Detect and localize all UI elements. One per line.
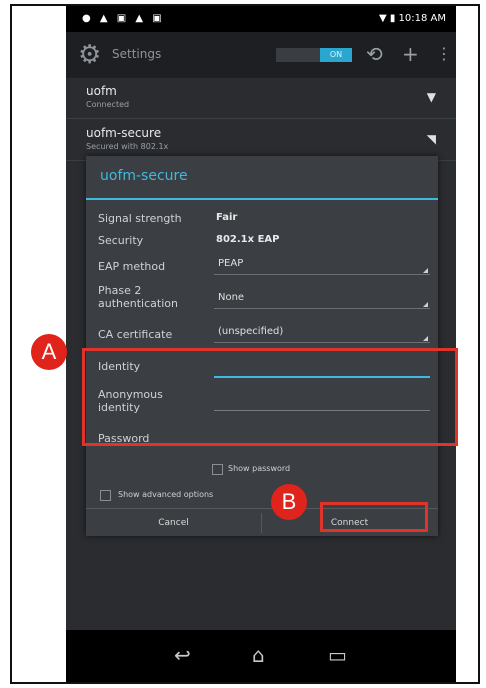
- cancel-button[interactable]: Cancel: [86, 509, 261, 537]
- wifi-network-name: uofm: [86, 84, 117, 98]
- eap-method-value: PEAP: [218, 258, 244, 269]
- show-password-label: Show password: [228, 464, 291, 473]
- phase2-auth-label: Phase 2 authentication: [98, 284, 178, 310]
- add-icon[interactable]: +: [402, 43, 419, 65]
- overflow-menu-icon[interactable]: ⋮: [436, 43, 452, 65]
- wifi-network-status: Secured with 802.1x: [86, 142, 169, 151]
- action-bar: ⚙ Settings ON ⟲ + ⋮: [66, 32, 456, 78]
- show-advanced-checkbox[interactable]: [100, 490, 111, 501]
- notification-icons: ● ▲ ▣ ▲ ▣: [82, 13, 165, 24]
- wifi-network-status: Connected: [86, 100, 130, 109]
- ca-certificate-label: CA certificate: [98, 328, 173, 341]
- dialog-title: uofm-secure: [100, 168, 188, 184]
- highlight-box-a: [82, 348, 458, 446]
- wifi-toggle-on-label: ON: [320, 48, 352, 62]
- highlight-box-b: [320, 502, 428, 532]
- status-bar: ● ▲ ▣ ▲ ▣ ▼ ▮ 10:18 AM: [66, 6, 456, 32]
- home-icon[interactable]: ⌂: [252, 644, 265, 666]
- settings-screen: ⚙ Settings ON ⟲ + ⋮ uofm Connected ▼ uof…: [66, 32, 456, 630]
- back-icon[interactable]: ↩: [174, 644, 191, 666]
- phase2-auth-dropdown[interactable]: None: [214, 290, 430, 309]
- wifi-signal-icon: ▼: [426, 90, 436, 104]
- security-value: 802.1x EAP: [216, 234, 280, 245]
- settings-gear-icon[interactable]: ⚙: [78, 41, 106, 69]
- wifi-connect-dialog: uofm-secure Signal strength Fair Securit…: [86, 156, 438, 536]
- security-label: Security: [98, 234, 144, 247]
- ca-certificate-dropdown[interactable]: (unspecified): [214, 324, 430, 343]
- wifi-toggle[interactable]: ON: [276, 48, 352, 62]
- phase2-auth-value: None: [218, 292, 245, 303]
- status-clock: ▼ ▮ 10:18 AM: [378, 13, 446, 24]
- signal-strength-label: Signal strength: [98, 212, 182, 225]
- wifi-locked-signal-icon: ◥: [426, 132, 436, 146]
- navigation-bar: ↩ ⌂ ▭: [66, 630, 456, 682]
- tablet-screen: ● ▲ ▣ ▲ ▣ ▼ ▮ 10:18 AM ⚙ Settings ON ⟲ +…: [66, 6, 456, 682]
- wps-icon[interactable]: ⟲: [366, 43, 383, 65]
- dropdown-corner-icon: [423, 268, 428, 273]
- wifi-network-name: uofm-secure: [86, 126, 162, 140]
- wifi-network-row[interactable]: uofm-secure Secured with 802.1x ◥: [66, 120, 456, 161]
- dialog-title-divider: [86, 198, 438, 200]
- recent-apps-icon[interactable]: ▭: [328, 644, 347, 666]
- screenshot-frame: ● ▲ ▣ ▲ ▣ ▼ ▮ 10:18 AM ⚙ Settings ON ⟲ +…: [10, 4, 480, 684]
- ca-certificate-value: (unspecified): [218, 326, 284, 337]
- annotation-badge-b: B: [271, 484, 307, 520]
- show-advanced-label: Show advanced options: [118, 490, 214, 499]
- dropdown-corner-icon: [423, 336, 428, 341]
- dropdown-corner-icon: [423, 302, 428, 307]
- annotation-badge-a: A: [31, 334, 67, 370]
- signal-strength-value: Fair: [216, 212, 238, 223]
- show-password-checkbox[interactable]: [212, 464, 223, 475]
- eap-method-dropdown[interactable]: PEAP: [214, 256, 430, 275]
- settings-title: Settings: [112, 47, 162, 61]
- eap-method-label: EAP method: [98, 260, 166, 273]
- wifi-network-row[interactable]: uofm Connected ▼: [66, 78, 456, 119]
